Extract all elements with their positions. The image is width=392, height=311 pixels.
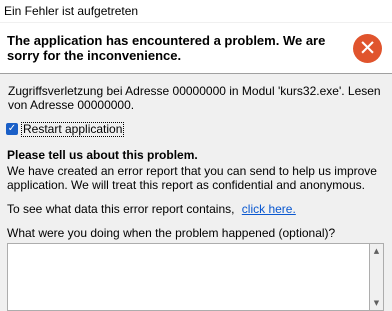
see-data-text: To see what data this error report conta… [7, 202, 235, 216]
textarea-scrollbar[interactable]: ▲ ▼ [370, 243, 384, 311]
report-description: We have created an error report that you… [7, 164, 377, 192]
error-banner: The application has encountered a proble… [0, 23, 392, 74]
click-here-link[interactable]: click here. [242, 202, 296, 216]
error-icon: ✕ [353, 34, 382, 63]
scroll-down-icon[interactable]: ▼ [370, 297, 383, 309]
title-bar[interactable]: Ein Fehler ist aufgetreten [0, 0, 392, 22]
question-label: What were you doing when the problem hap… [7, 226, 336, 240]
scroll-up-icon[interactable]: ▲ [370, 245, 383, 257]
error-message: The application has encountered a proble… [7, 33, 326, 63]
restart-checkbox[interactable]: ✓ [6, 123, 18, 135]
restart-label[interactable]: Restart application [21, 121, 125, 137]
problem-description-input[interactable] [7, 243, 370, 311]
report-heading: Please tell us about this problem. [7, 148, 198, 162]
window-title: Ein Fehler ist aufgetreten [4, 4, 139, 18]
restart-checkbox-row[interactable]: ✓ Restart application [6, 121, 125, 137]
error-detail: Zugriffsverletzung bei Adresse 00000000 … [8, 84, 381, 112]
see-data-line: To see what data this error report conta… [7, 202, 296, 216]
